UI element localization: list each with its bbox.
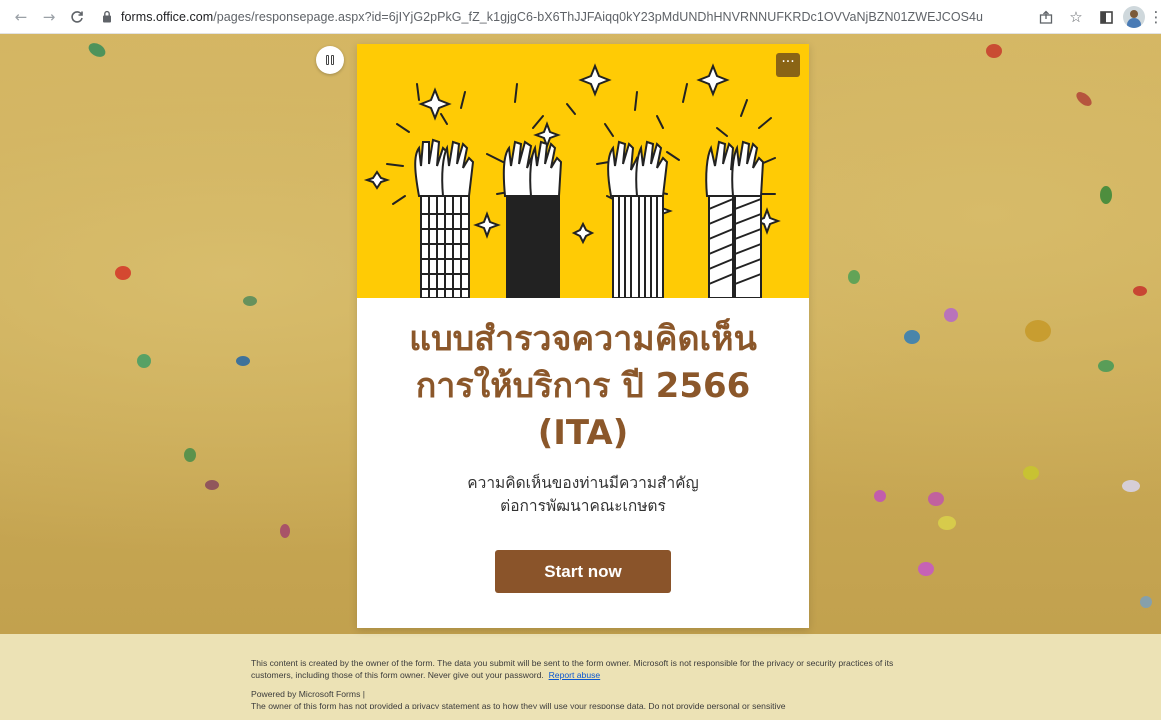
form-title-line: การให้บริการ ปี 2566 [415,366,751,406]
star-icon[interactable]: ☆ [1063,4,1089,30]
banner-illustration: ··· [357,44,809,298]
form-title-line: แบบสำรวจความคิดเห็น [409,319,757,359]
more-options-button[interactable]: ··· [776,53,800,77]
start-now-button[interactable]: Start now [495,550,671,593]
address-bar[interactable]: forms.office.com/pages/responsepage.aspx… [121,10,983,24]
confetti [904,330,920,344]
confetti [184,448,196,462]
confetti [1023,466,1039,480]
powered-by: Powered by Microsoft Forms | [251,689,365,699]
confetti [1025,320,1051,342]
confetti [243,296,257,306]
confetti [874,490,886,502]
confetti [1140,596,1152,608]
confetti [86,40,108,60]
pause-icon [325,55,335,65]
profile-avatar[interactable] [1123,6,1145,28]
report-abuse-link[interactable]: Report abuse [549,670,601,680]
confetti [1100,186,1112,204]
confetti [205,480,219,490]
confetti [280,524,290,538]
confetti [1073,89,1095,109]
confetti [1122,480,1140,492]
browser-toolbar: ← → forms.office.com/pages/responsepage.… [0,0,1161,34]
form-description: ความคิดเห็นของท่านมีความสำคัญ ต่อการพัฒน… [357,472,809,518]
lock-icon[interactable] [102,10,114,24]
form-title: แบบสำรวจความคิดเห็น การให้บริการ ปี 2566… [357,316,809,457]
back-arrow-icon[interactable]: ← [10,6,32,28]
form-title-line: (ITA) [537,413,629,453]
share-icon[interactable] [1033,4,1059,30]
sidepanel-icon[interactable] [1093,4,1119,30]
form-description-line: ต่อการพัฒนาคณะเกษตร [500,497,666,515]
reload-icon[interactable] [66,6,88,28]
privacy-note: The owner of this form has not provided … [251,701,786,709]
menu-icon[interactable]: ⋮ [1149,4,1161,30]
confetti [848,270,860,284]
confetti [928,492,944,506]
confetti [986,44,1002,58]
confetti [938,516,956,530]
confetti [944,308,958,322]
raised-hands-illustration [363,63,781,298]
confetti [1133,286,1147,296]
confetti [1098,360,1114,372]
footer-disclaimer: This content is created by the owner of … [251,657,911,681]
forward-arrow-icon[interactable]: → [38,6,60,28]
form-welcome-card: ··· แบบสำรวจความคิดเห็น การให้บริการ ปี … [357,44,809,628]
pause-animation-button[interactable] [316,46,344,74]
confetti [115,266,131,280]
more-icon: ··· [781,54,795,70]
confetti [236,356,250,366]
form-description-line: ความคิดเห็นของท่านมีความสำคัญ [467,474,699,492]
confetti [918,562,934,576]
url-host: forms.office.com [121,9,214,24]
url-path: /pages/responsepage.aspx?id=6jIYjG2pPkG_… [213,9,984,24]
confetti [137,354,151,368]
footer: This content is created by the owner of … [251,657,911,709]
